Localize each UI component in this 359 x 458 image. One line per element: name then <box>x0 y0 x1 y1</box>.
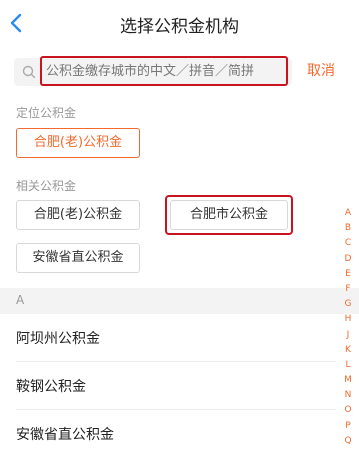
index-letter[interactable]: L <box>341 358 355 373</box>
list-item-label: 安徽省直公积金 <box>16 427 114 443</box>
index-letter[interactable]: M <box>341 373 355 388</box>
page-title: 选择公积金机构 <box>120 17 239 37</box>
index-letter[interactable]: A <box>341 206 355 221</box>
index-letter[interactable]: D <box>341 252 355 267</box>
index-letter[interactable]: E <box>341 267 355 282</box>
location-section-label: 定位公积金 <box>16 106 77 120</box>
list-item-label: 鞍钢公积金 <box>16 379 86 395</box>
list-item-label: 阿坝州公积金 <box>16 331 100 347</box>
index-letter[interactable]: G <box>341 297 355 312</box>
search-input[interactable] <box>40 56 288 86</box>
alphabet-index-bar[interactable]: A B C D E F G H J K L M N O P Q <box>341 206 355 449</box>
index-letter[interactable]: H <box>341 312 355 327</box>
current-location-button[interactable]: 合肥(老)公积金 <box>16 128 140 158</box>
index-letter[interactable]: P <box>341 419 355 434</box>
letter-group-header: A <box>0 288 359 314</box>
related-section-label: 相关公积金 <box>16 179 77 193</box>
index-letter[interactable]: Q <box>341 434 355 449</box>
cancel-button[interactable]: 取消 <box>307 60 335 80</box>
search-icon <box>22 65 36 79</box>
related-item-anhui-provincial[interactable]: 安徽省直公积金 <box>16 243 140 273</box>
index-letter[interactable]: J <box>341 328 355 343</box>
list-item[interactable]: 安徽省直公积金 <box>0 410 336 458</box>
list-item[interactable]: 鞍钢公积金 <box>0 362 336 410</box>
highlight-box <box>165 195 293 235</box>
index-letter[interactable]: F <box>341 282 355 297</box>
index-letter[interactable]: O <box>341 403 355 418</box>
related-item-hefei-old[interactable]: 合肥(老)公积金 <box>16 200 140 230</box>
index-letter[interactable]: N <box>341 388 355 403</box>
index-letter[interactable]: C <box>341 236 355 251</box>
header: 选择公积金机构 <box>0 0 359 46</box>
index-letter[interactable]: K <box>341 343 355 358</box>
list-item[interactable]: 阿坝州公积金 <box>0 314 336 362</box>
search-bar: 取消 <box>0 46 359 96</box>
index-letter[interactable]: B <box>341 221 355 236</box>
letter-group-label: A <box>16 293 25 307</box>
